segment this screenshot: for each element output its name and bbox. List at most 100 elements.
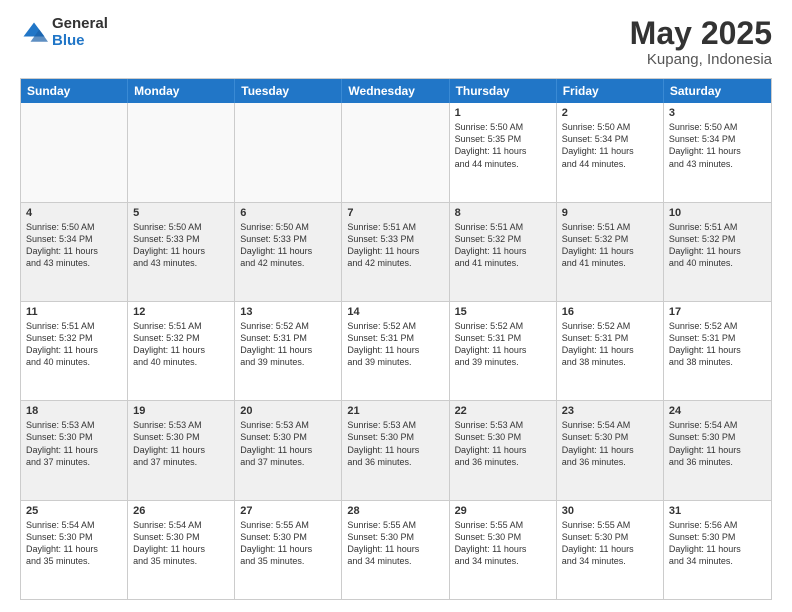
calendar-day-header: Saturday [664,79,771,103]
calendar-day-header: Monday [128,79,235,103]
calendar-cell: 22 Sunrise: 5:53 AM Sunset: 5:30 PM Dayli… [450,401,557,499]
cell-details: Sunrise: 5:53 AM Sunset: 5:30 PM Dayligh… [26,419,122,468]
day-number: 25 [26,505,122,517]
calendar-cell: 29 Sunrise: 5:55 AM Sunset: 5:30 PM Dayli… [450,501,557,599]
cell-details: Sunrise: 5:50 AM Sunset: 5:35 PM Dayligh… [455,121,551,170]
cell-details: Sunrise: 5:53 AM Sunset: 5:30 PM Dayligh… [455,419,551,468]
cell-details: Sunrise: 5:55 AM Sunset: 5:30 PM Dayligh… [347,519,443,568]
calendar-day-header: Tuesday [235,79,342,103]
calendar-cell [342,103,449,201]
day-number: 26 [133,505,229,517]
day-number: 9 [562,207,658,219]
calendar-cell: 24Sunrise: 5:54 AM Sunset: 5:30 PM Dayli… [664,401,771,499]
calendar-row: 4 Sunrise: 5:50 AM Sunset: 5:34 PM Daylig… [21,202,771,301]
day-number: 19 [133,405,229,417]
day-number: 11 [26,306,122,318]
calendar-cell: 25 Sunrise: 5:54 AM Sunset: 5:30 PM Dayli… [21,501,128,599]
calendar-cell [128,103,235,201]
calendar-cell: 7 Sunrise: 5:51 AM Sunset: 5:33 PM Daylig… [342,203,449,301]
cell-details: Sunrise: 5:50 AM Sunset: 5:33 PM Dayligh… [133,221,229,270]
cell-details: Sunrise: 5:51 AM Sunset: 5:32 PM Dayligh… [26,320,122,369]
calendar-day-header: Sunday [21,79,128,103]
calendar-cell: 10Sunrise: 5:51 AM Sunset: 5:32 PM Dayli… [664,203,771,301]
calendar-cell: 6Sunrise: 5:50 AM Sunset: 5:33 PM Daylig… [235,203,342,301]
calendar-cell: 12Sunrise: 5:51 AM Sunset: 5:32 PM Dayli… [128,302,235,400]
calendar-day-header: Thursday [450,79,557,103]
day-number: 22 [455,405,551,417]
cell-details: Sunrise: 5:55 AM Sunset: 5:30 PM Dayligh… [240,519,336,568]
cell-details: Sunrise: 5:50 AM Sunset: 5:34 PM Dayligh… [26,221,122,270]
calendar-header: SundayMondayTuesdayWednesdayThursdayFrid… [21,79,771,103]
header: General Blue May 2025 Kupang, Indonesia [20,16,772,68]
cell-details: Sunrise: 5:51 AM Sunset: 5:33 PM Dayligh… [347,221,443,270]
logo-general: General [52,16,108,33]
logo-text: General Blue [52,16,108,49]
cell-details: Sunrise: 5:52 AM Sunset: 5:31 PM Dayligh… [669,320,766,369]
calendar-day-header: Friday [557,79,664,103]
cell-details: Sunrise: 5:52 AM Sunset: 5:31 PM Dayligh… [562,320,658,369]
cell-details: Sunrise: 5:54 AM Sunset: 5:30 PM Dayligh… [26,519,122,568]
calendar-row: 1 Sunrise: 5:50 AM Sunset: 5:35 PM Daylig… [21,103,771,201]
calendar-cell: 17 Sunrise: 5:52 AM Sunset: 5:31 PM Dayli… [664,302,771,400]
calendar-cell: 1 Sunrise: 5:50 AM Sunset: 5:35 PM Daylig… [450,103,557,201]
day-number: 1 [455,107,551,119]
day-number: 18 [26,405,122,417]
day-number: 8 [455,207,551,219]
cell-details: Sunrise: 5:51 AM Sunset: 5:32 PM Dayligh… [455,221,551,270]
calendar-cell: 2 Sunrise: 5:50 AM Sunset: 5:34 PM Daylig… [557,103,664,201]
calendar-cell: 26 Sunrise: 5:54 AM Sunset: 5:30 PM Dayli… [128,501,235,599]
cell-details: Sunrise: 5:55 AM Sunset: 5:30 PM Dayligh… [562,519,658,568]
cell-details: Sunrise: 5:54 AM Sunset: 5:30 PM Dayligh… [133,519,229,568]
cell-details: Sunrise: 5:54 AM Sunset: 5:30 PM Dayligh… [669,419,766,468]
day-number: 2 [562,107,658,119]
calendar-body: 1 Sunrise: 5:50 AM Sunset: 5:35 PM Daylig… [21,103,771,599]
day-number: 27 [240,505,336,517]
day-number: 15 [455,306,551,318]
day-number: 7 [347,207,443,219]
calendar-cell: 3Sunrise: 5:50 AM Sunset: 5:34 PM Daylig… [664,103,771,201]
day-number: 6 [240,207,336,219]
calendar-cell: 23Sunrise: 5:54 AM Sunset: 5:30 PM Dayli… [557,401,664,499]
calendar-cell: 27 Sunrise: 5:55 AM Sunset: 5:30 PM Dayli… [235,501,342,599]
cell-details: Sunrise: 5:50 AM Sunset: 5:34 PM Dayligh… [669,121,766,170]
day-number: 23 [562,405,658,417]
subtitle: Kupang, Indonesia [630,51,772,68]
calendar-cell: 11 Sunrise: 5:51 AM Sunset: 5:32 PM Dayli… [21,302,128,400]
cell-details: Sunrise: 5:52 AM Sunset: 5:31 PM Dayligh… [347,320,443,369]
cell-details: Sunrise: 5:52 AM Sunset: 5:31 PM Dayligh… [240,320,336,369]
logo-blue: Blue [52,33,108,50]
day-number: 20 [240,405,336,417]
cell-details: Sunrise: 5:53 AM Sunset: 5:30 PM Dayligh… [240,419,336,468]
day-number: 10 [669,207,766,219]
cell-details: Sunrise: 5:52 AM Sunset: 5:31 PM Dayligh… [455,320,551,369]
day-number: 21 [347,405,443,417]
calendar-row: 25 Sunrise: 5:54 AM Sunset: 5:30 PM Dayli… [21,500,771,599]
day-number: 16 [562,306,658,318]
calendar-day-header: Wednesday [342,79,449,103]
calendar-cell: 21Sunrise: 5:53 AM Sunset: 5:30 PM Dayli… [342,401,449,499]
calendar-cell: 8 Sunrise: 5:51 AM Sunset: 5:32 PM Daylig… [450,203,557,301]
calendar-cell: 13Sunrise: 5:52 AM Sunset: 5:31 PM Dayli… [235,302,342,400]
calendar-cell: 28Sunrise: 5:55 AM Sunset: 5:30 PM Dayli… [342,501,449,599]
cell-details: Sunrise: 5:56 AM Sunset: 5:30 PM Dayligh… [669,519,766,568]
calendar-cell: 30Sunrise: 5:55 AM Sunset: 5:30 PM Dayli… [557,501,664,599]
logo: General Blue [20,16,108,49]
day-number: 4 [26,207,122,219]
cell-details: Sunrise: 5:50 AM Sunset: 5:34 PM Dayligh… [562,121,658,170]
calendar-cell: 18 Sunrise: 5:53 AM Sunset: 5:30 PM Dayli… [21,401,128,499]
calendar-cell: 5 Sunrise: 5:50 AM Sunset: 5:33 PM Daylig… [128,203,235,301]
day-number: 31 [669,505,766,517]
calendar-cell [21,103,128,201]
cell-details: Sunrise: 5:55 AM Sunset: 5:30 PM Dayligh… [455,519,551,568]
day-number: 5 [133,207,229,219]
day-number: 14 [347,306,443,318]
day-number: 29 [455,505,551,517]
day-number: 17 [669,306,766,318]
calendar-cell: 31 Sunrise: 5:56 AM Sunset: 5:30 PM Dayli… [664,501,771,599]
calendar-cell: 4 Sunrise: 5:50 AM Sunset: 5:34 PM Daylig… [21,203,128,301]
calendar-cell: 14 Sunrise: 5:52 AM Sunset: 5:31 PM Dayli… [342,302,449,400]
calendar-cell: 9Sunrise: 5:51 AM Sunset: 5:32 PM Daylig… [557,203,664,301]
calendar-row: 18 Sunrise: 5:53 AM Sunset: 5:30 PM Dayli… [21,400,771,499]
logo-icon [20,19,48,47]
calendar-row: 11 Sunrise: 5:51 AM Sunset: 5:32 PM Dayli… [21,301,771,400]
